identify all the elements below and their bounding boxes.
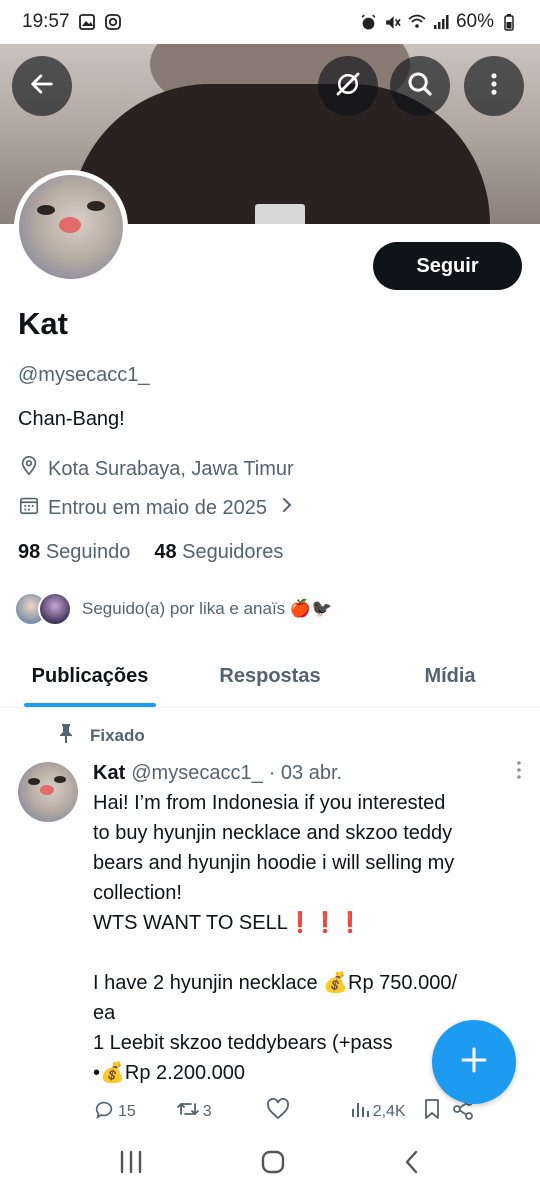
tab-posts[interactable]: Publicações [0,646,180,707]
search-button[interactable] [390,56,450,116]
tab-replies[interactable]: Respostas [180,646,360,707]
following-link[interactable]: 98 Seguindo [18,541,130,564]
system-nav-bar [0,1130,540,1199]
location-text: Kota Surabaya, Jawa Timur [48,457,294,480]
tab-media[interactable]: Mídia [360,646,540,707]
compose-button[interactable] [432,1020,516,1104]
profile-tabs: Publicações Respostas Mídia [0,646,540,708]
instagram-icon [104,13,122,31]
post-actions: 15 3 2,4K [93,1098,513,1125]
status-time: 19:57 [22,11,70,32]
chevron-right-icon [279,495,295,521]
wifi-icon [408,13,426,31]
reply-button[interactable]: 15 [93,1098,136,1125]
battery-icon [500,13,518,31]
home-button[interactable] [259,1148,287,1181]
gallery-icon [78,13,96,31]
alarm-icon [360,13,378,31]
bookmark-button[interactable] [422,1098,442,1125]
battery-percent: 60% [455,11,494,32]
pinned-label: Fixado [56,722,145,749]
grok-button[interactable] [318,56,378,116]
profile-joined[interactable]: Entrou em maio de 2025 [18,494,295,522]
post-header: Kat @mysecacc1_ · 03 abr. [93,760,523,786]
mute-icon [384,13,402,31]
follow-counts: 98 Seguindo 48 Seguidores [18,541,283,564]
post-author-handle[interactable]: @mysecacc1_ [131,762,262,785]
back-button[interactable] [12,56,72,116]
post-date[interactable]: · 03 abr. [269,762,342,785]
follower-avatar [38,592,72,626]
pin-icon [56,722,76,749]
follow-button[interactable]: Seguir [373,242,522,290]
status-bar: 19:57 60% [0,0,540,44]
signal-icon [432,13,450,31]
followers-link[interactable]: 48 Seguidores [154,541,283,564]
more-button[interactable] [464,56,524,116]
bar-chart-icon [350,1099,370,1124]
post-more-icon[interactable] [515,760,523,786]
repost-icon [176,1098,200,1125]
post-author-avatar[interactable] [18,762,78,822]
profile-location: Kota Surabaya, Jawa Timur [18,455,294,483]
repost-button[interactable]: 3 [176,1098,212,1125]
calendar-icon [18,494,40,522]
post-author-name[interactable]: Kat [93,762,125,785]
heart-icon [266,1098,290,1125]
profile-bio: Chan-Bang! [18,408,125,430]
search-icon [405,69,435,104]
joined-text: Entrou em maio de 2025 [48,496,268,519]
arrow-left-icon [28,70,56,103]
more-vertical-icon [480,70,508,103]
grok-icon [333,69,363,104]
active-tab-indicator [24,703,156,707]
followed-by-text: Seguido(a) por lika e anaïs 🍎🐦‍⬛ [82,599,333,618]
views-button[interactable]: 2,4K [350,1099,406,1124]
recent-apps-button[interactable] [116,1148,146,1181]
back-nav-button[interactable] [400,1148,424,1181]
profile-handle: @mysecacc1_ [18,364,150,386]
bookmark-icon [422,1098,442,1125]
plus-icon [459,1045,489,1080]
profile-avatar[interactable] [14,170,128,284]
reply-icon [93,1098,115,1125]
location-pin-icon [18,455,40,483]
followed-by[interactable]: Seguido(a) por lika e anaïs 🍎🐦‍⬛ [14,592,332,626]
like-button[interactable] [266,1098,290,1125]
profile-name: Kat [18,306,68,341]
